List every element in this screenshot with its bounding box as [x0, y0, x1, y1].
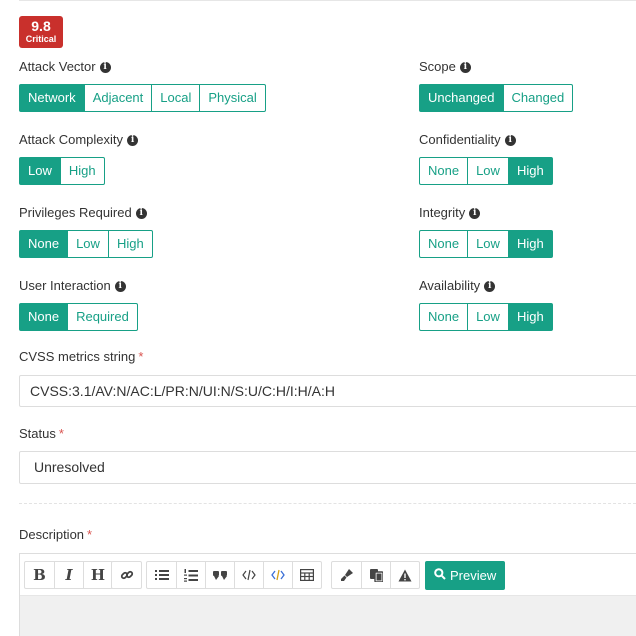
metric-availability: Availability i None Low High [419, 277, 553, 331]
warning-icon[interactable] [390, 562, 419, 588]
option-high[interactable]: High [507, 230, 553, 258]
option-low[interactable]: Low [467, 157, 509, 185]
info-icon[interactable]: i [484, 280, 496, 292]
user-interaction-options: None Required [19, 303, 138, 331]
description-editor[interactable]: B I H Preview [19, 553, 636, 636]
availability-options: None Low High [419, 303, 553, 331]
attack-vector-options: Network Adjacent Local Physical [19, 84, 266, 112]
confidentiality-options: None Low High [419, 157, 553, 185]
paste-icon[interactable] [361, 562, 390, 588]
bold-button[interactable]: B [25, 562, 54, 588]
italic-button[interactable]: I [54, 562, 83, 588]
option-changed[interactable]: Changed [502, 84, 574, 112]
code-icon[interactable] [234, 562, 263, 588]
option-unchanged[interactable]: Unchanged [419, 84, 504, 112]
metric-label: Privileges Required [19, 205, 132, 220]
info-icon[interactable]: i [504, 134, 516, 146]
description-label: Description * [19, 527, 93, 542]
preview-label: Preview [450, 568, 497, 583]
info-icon[interactable]: i [469, 207, 481, 219]
attack-complexity-options: Low High [19, 157, 138, 185]
table-icon[interactable] [292, 562, 321, 588]
top-divider [19, 0, 636, 1]
format-group: B I H [24, 561, 113, 589]
option-low[interactable]: Low [19, 157, 61, 185]
metric-label: Attack Complexity [19, 132, 124, 147]
section-divider [19, 503, 636, 504]
cvss-string-input[interactable]: CVSS:3.1/AV:N/AC:L/PR:N/UI:N/S:U/C:H/I:H… [19, 375, 636, 407]
required-mark: * [87, 527, 93, 542]
metric-scope: Scope i Unchanged Changed [419, 58, 574, 112]
heading-button[interactable]: H [83, 562, 112, 588]
info-icon[interactable]: i [135, 207, 147, 219]
metric-label: Scope [419, 59, 456, 74]
status-label: Status * [19, 426, 64, 441]
option-none[interactable]: None [419, 157, 469, 185]
privileges-required-options: None Low High [19, 230, 153, 258]
info-icon[interactable]: i [99, 61, 111, 73]
metric-label: Attack Vector [19, 59, 96, 74]
option-high[interactable]: High [507, 157, 553, 185]
metric-integrity: Integrity i None Low High [419, 204, 553, 258]
option-none[interactable]: None [419, 303, 469, 331]
link-icon[interactable] [112, 562, 141, 588]
status-select[interactable]: Unresolved [19, 451, 636, 484]
metric-attack-complexity: Attack Complexity i Low High [19, 131, 139, 185]
metric-privileges-required: Privileges Required i None Low High [19, 204, 153, 258]
tools-group [331, 561, 420, 589]
metric-label: User Interaction [19, 278, 111, 293]
editor-toolbar: B I H Preview [20, 554, 636, 596]
metric-label: Integrity [419, 205, 466, 220]
block-group [146, 561, 322, 589]
option-high[interactable]: High [107, 230, 153, 258]
option-local[interactable]: Local [151, 84, 201, 112]
integrity-options: None Low High [419, 230, 553, 258]
option-none[interactable]: None [19, 230, 69, 258]
option-low[interactable]: Low [67, 230, 109, 258]
preview-button[interactable]: Preview [425, 561, 506, 590]
option-none[interactable]: None [419, 230, 469, 258]
metric-label: Availability [419, 278, 481, 293]
option-none[interactable]: None [19, 303, 69, 331]
option-low[interactable]: Low [467, 230, 509, 258]
score-value: 9.8 [31, 18, 51, 34]
cvss-score-badge: 9.8 Critical [19, 16, 63, 48]
info-icon[interactable]: i [114, 280, 126, 292]
metric-label: Confidentiality [419, 132, 501, 147]
required-mark: * [138, 349, 144, 364]
option-network[interactable]: Network [19, 84, 85, 112]
code-block-icon[interactable] [263, 562, 292, 588]
option-physical[interactable]: Physical [199, 84, 266, 112]
option-high[interactable]: High [507, 303, 553, 331]
link-group [111, 561, 142, 589]
option-high[interactable]: High [59, 157, 105, 185]
quote-icon[interactable] [205, 562, 234, 588]
metric-attack-vector: Attack Vector i Network Adjacent Local Ph… [19, 58, 266, 112]
metric-user-interaction: User Interaction i None Required [19, 277, 138, 331]
unordered-list-icon[interactable] [147, 562, 176, 588]
option-required[interactable]: Required [67, 303, 138, 331]
clean-block-icon[interactable] [332, 562, 361, 588]
score-severity: Critical [25, 34, 57, 44]
option-low[interactable]: Low [467, 303, 509, 331]
cvss-string-label: CVSS metrics string * [19, 349, 144, 364]
info-icon[interactable]: i [127, 134, 139, 146]
required-mark: * [58, 426, 64, 441]
option-adjacent[interactable]: Adjacent [83, 84, 153, 112]
search-icon [434, 568, 446, 583]
scope-options: Unchanged Changed [419, 84, 574, 112]
ordered-list-icon[interactable] [176, 562, 205, 588]
metric-confidentiality: Confidentiality i None Low High [419, 131, 553, 185]
info-icon[interactable]: i [459, 61, 471, 73]
